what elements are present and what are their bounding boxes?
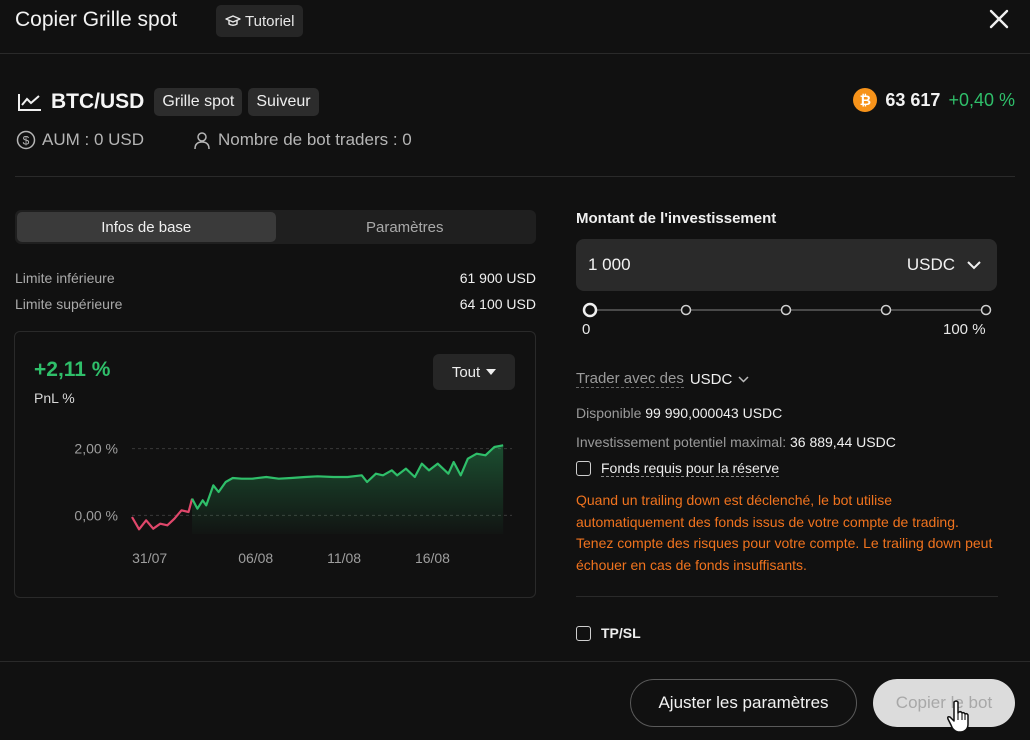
aum-text: AUM : 0 USD [42,130,145,149]
x-tick-label: 06/08 [238,550,273,566]
tpsl-label: TP/SL [601,625,641,641]
max-investment-value: 36 889,44 USDC [789,434,896,450]
bot-traders-text: Nombre de bot traders : 0 [218,130,412,149]
lower-limit-row: Limite inférieure 61 900 USD [15,270,536,286]
tutorial-label: Tutoriel [245,12,295,30]
x-tick-label: 16/08 [415,550,450,566]
info-tabs: Infos de base Paramètres [15,210,536,244]
copy-bot-button[interactable]: Copier le bot [873,679,1015,727]
pnl-label: PnL % [34,390,75,406]
btc-change: +0,40 % [948,89,1015,110]
amount-slider[interactable] [582,300,992,322]
footer-divider [0,661,1030,662]
slider-mark-100[interactable] [980,304,992,316]
pnl-chart-card: 2,00 % 0,00 % 31/07 06/08 11/08 16/08 +2,11 %… [14,331,536,598]
x-tick-label: 31/07 [132,550,167,566]
chevron-down-icon [967,260,981,269]
bot-traders-item: Nombre de bot traders : 0 [192,130,412,150]
pnl-value: +2,11 % [34,358,111,381]
trade-with-select[interactable]: Trader avec des USDC [576,370,749,388]
divider [15,176,1015,177]
graduation-cap-icon [225,15,241,26]
tpsl-checkbox-row[interactable]: TP/SL [576,625,641,641]
btc-price: 63 617 [885,89,941,110]
meta-row: $ AUM : 0 USD Nombre de bot traders : 0 [16,130,412,150]
amount-box: 1 000 USDC [576,239,997,291]
lower-limit-value: 61 900 USD [459,270,536,286]
user-icon [194,132,210,150]
currency-select[interactable]: USDC [907,239,981,291]
adjust-parameters-button[interactable]: Ajuster les paramètres [630,679,857,727]
close-icon[interactable] [986,6,1012,32]
modal-title: Copier Grille spot [15,8,178,31]
y-tick-label: 2,00 % [74,441,118,457]
slider-mark-75[interactable] [880,304,892,316]
reserve-checkbox-row[interactable]: Fonds requis pour la réserve [576,460,780,477]
available-row: Disponible 99 990,000043 USDC [576,405,782,421]
range-select[interactable]: Tout [433,354,515,390]
divider [576,596,998,597]
tag-follower: Suiveur [248,88,319,116]
slider-min-label: 0 [582,321,591,338]
reserve-label: Fonds requis pour la réserve [601,460,780,477]
lower-limit-label: Limite inférieure [15,270,115,286]
range-label: Tout [451,363,481,381]
reserve-checkbox[interactable] [576,461,591,476]
tpsl-checkbox[interactable] [576,625,591,641]
max-investment-row: Investissement potentiel maximal: 36 889… [576,434,896,450]
pnl-line-negative [131,498,194,531]
modal-header: Copier Grille spot Tutoriel [0,0,1030,54]
max-investment-label: Investissement potentiel maximal: [576,434,787,450]
hand-cursor-icon [947,700,969,733]
x-tick-label: 11/08 [327,550,361,566]
trailing-warning: Quand un trailing down est déclenché, le… [576,492,993,573]
trade-with-label: Trader avec des [576,370,684,388]
bitcoin-icon: ₿ [853,88,878,112]
slider-mark-50[interactable] [780,304,792,316]
pair-name: BTC/USD [51,90,145,113]
chart-trend-icon [18,94,41,111]
trade-with-currency: USDC [689,370,733,388]
chevron-down-icon [738,375,749,383]
slider-max-label: 100 % [943,321,986,338]
tag-grid-spot: Grille spot [154,88,243,116]
investment-title: Montant de l'investissement [576,210,777,227]
pnl-area-fill [192,445,504,534]
svg-text:$: $ [23,134,30,148]
tab-parameters[interactable]: Paramètres [276,212,535,242]
amount-input[interactable]: 1 000 [588,239,631,291]
upper-limit-label: Limite supérieure [15,296,123,312]
upper-limit-value: 64 100 USD [459,296,536,312]
dollar-circle-icon: $ [16,130,36,150]
pair-row: BTC/USD Grille spot Suiveur [17,88,325,116]
tutorial-button[interactable]: Tutoriel [216,5,304,37]
price-block: ₿ 63 617 +0,40 % [853,88,1015,112]
caret-down-icon [486,368,497,375]
upper-limit-row: Limite supérieure 64 100 USD [15,296,536,312]
tab-basic-info[interactable]: Infos de base [17,212,276,242]
y-tick-label: 0,00 % [74,507,118,523]
available-value: 99 990,000043 USDC [645,405,783,421]
available-label: Disponible [576,405,642,421]
slider-handle[interactable] [582,302,598,318]
slider-mark-25[interactable] [680,304,692,316]
aum-item: $ AUM : 0 USD [16,130,144,150]
currency-label: USDC [906,255,955,274]
